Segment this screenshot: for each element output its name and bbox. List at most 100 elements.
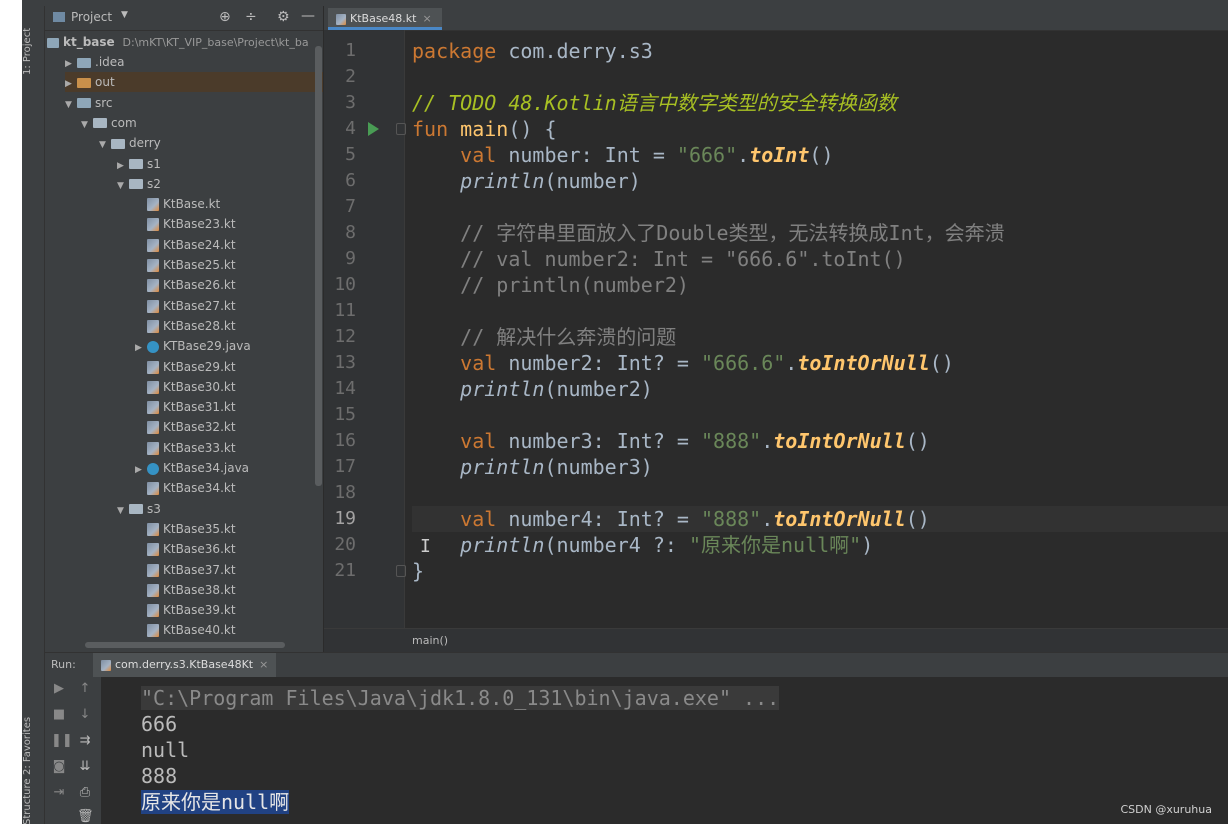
chevron-down-icon[interactable]: ▼: [121, 10, 128, 20]
tree-item[interactable]: ▶ KtBase34.java: [135, 458, 323, 478]
tree-item[interactable]: KtBase36.kt: [135, 539, 323, 559]
target-icon[interactable]: ⊕: [219, 9, 231, 25]
tree-item[interactable]: KtBase38.kt: [135, 580, 323, 600]
rerun-icon[interactable]: ▶: [51, 681, 67, 697]
code-line[interactable]: fun main() {: [412, 116, 1228, 142]
tree-item[interactable]: ▶ out: [65, 72, 323, 94]
structure-tool-tab[interactable]: Structure: [22, 778, 44, 824]
pause-icon[interactable]: ❚❚: [51, 733, 73, 749]
project-tool-tab[interactable]: 1: Project: [22, 20, 44, 82]
expand-down-icon[interactable]: ▼: [99, 135, 111, 155]
run-config-tab[interactable]: com.derry.s3.KtBase48Kt ×: [93, 653, 277, 677]
tree-scrollbar[interactable]: [315, 46, 322, 486]
tree-item[interactable]: KtBase25.kt: [135, 255, 323, 275]
expand-right-icon[interactable]: ▶: [135, 338, 147, 358]
kotlin-file-icon: [147, 482, 159, 496]
tree-item[interactable]: ▶ .idea: [65, 52, 323, 72]
code-line[interactable]: [412, 480, 1228, 506]
soft-wrap-icon[interactable]: ⇉: [77, 733, 93, 749]
tree-item[interactable]: ▼ s2: [117, 174, 323, 194]
fold-marker-icon[interactable]: [396, 123, 406, 135]
tree-item[interactable]: KtBase23.kt: [135, 214, 323, 234]
code-line[interactable]: // println(number2): [412, 272, 1228, 298]
scroll-to-end-icon[interactable]: ⇊: [77, 759, 93, 775]
code-line[interactable]: // 解决什么奔溃的问题: [412, 324, 1228, 350]
code-line[interactable]: // 字符串里面放入了Double类型，无法转换成Int，会奔溃: [412, 220, 1228, 246]
login-icon[interactable]: ⇥: [51, 785, 67, 801]
tree-item[interactable]: KtBase30.kt: [135, 377, 323, 397]
fold-marker-icon[interactable]: [396, 565, 406, 577]
tree-root[interactable]: kt_base D:\mKT\KT_VIP_base\Project\kt_ba: [45, 32, 309, 52]
tree-item[interactable]: ▼ com: [81, 113, 323, 133]
favorites-tool-tab[interactable]: 2: Favorites: [22, 706, 44, 786]
code-line[interactable]: println(number4 ?: "原来你是null啊"): [412, 532, 1228, 558]
code-line[interactable]: println(number): [412, 168, 1228, 194]
code-line[interactable]: [412, 64, 1228, 90]
tree-item-label: com: [111, 115, 137, 130]
code-line[interactable]: package com.derry.s3: [412, 38, 1228, 64]
print-icon[interactable]: ⎙: [77, 785, 93, 801]
tree-item[interactable]: KtBase34.kt: [135, 478, 323, 498]
expand-right-icon[interactable]: ▶: [117, 156, 129, 176]
tree-item[interactable]: KtBase35.kt: [135, 519, 323, 539]
close-icon[interactable]: ×: [423, 12, 432, 25]
tree-item[interactable]: KtBase26.kt: [135, 275, 323, 295]
tree-horizontal-scrollbar[interactable]: [85, 642, 285, 648]
expand-down-icon[interactable]: ▼: [81, 115, 93, 135]
tree-item[interactable]: KtBase33.kt: [135, 438, 323, 458]
tree-item[interactable]: ▶ KTBase29.java: [135, 336, 323, 356]
tree-item[interactable]: KtBase39.kt: [135, 600, 323, 620]
code-line[interactable]: // TODO 48.Kotlin语言中数字类型的安全转换函数: [412, 90, 1228, 116]
down-arrow-icon[interactable]: ↓: [77, 707, 93, 723]
tree-item[interactable]: ▶ s1: [117, 154, 323, 174]
code-line[interactable]: val number: Int = "666".toInt(): [412, 142, 1228, 168]
close-icon[interactable]: ×: [259, 658, 268, 671]
code-line[interactable]: }: [412, 558, 1228, 584]
code-line[interactable]: // val number2: Int = "666.6".toInt(): [412, 246, 1228, 272]
code-line[interactable]: val number4: Int? = "888".toIntOrNull(): [412, 506, 1228, 532]
tree-item[interactable]: KtBase37.kt: [135, 560, 323, 580]
camera-icon[interactable]: ◙: [51, 759, 67, 775]
tree-item[interactable]: ▼ s3: [117, 499, 323, 519]
breadcrumb-item[interactable]: main(): [412, 634, 448, 647]
code-line[interactable]: val number2: Int? = "666.6".toIntOrNull(…: [412, 350, 1228, 376]
run-gutter-icon[interactable]: [368, 122, 379, 136]
code-line[interactable]: [412, 194, 1228, 220]
collapse-icon[interactable]: ÷: [245, 9, 257, 25]
tree-item[interactable]: KtBase28.kt: [135, 316, 323, 336]
minimize-icon[interactable]: —: [301, 8, 315, 24]
code-line[interactable]: [412, 298, 1228, 324]
stop-icon[interactable]: ■: [51, 707, 67, 723]
code-area[interactable]: package com.derry.s3 // TODO 48.Kotlin语言中…: [412, 30, 1228, 628]
up-arrow-icon[interactable]: ↑: [77, 681, 93, 697]
code-line[interactable]: println(number3): [412, 454, 1228, 480]
expand-right-icon[interactable]: ▶: [65, 74, 77, 94]
trash-icon[interactable]: 🗑: [77, 809, 94, 824]
project-view-selector[interactable]: Project: [71, 10, 112, 24]
tree-item[interactable]: ▼ derry: [99, 133, 323, 153]
tree-item[interactable]: KtBase24.kt: [135, 235, 323, 255]
tree-item[interactable]: KtBase27.kt: [135, 296, 323, 316]
tree-item[interactable]: KtBase.kt: [135, 194, 323, 214]
code-token: "原来你是null啊": [688, 533, 862, 557]
tree-item[interactable]: KtBase31.kt: [135, 397, 323, 417]
code-line[interactable]: println(number2): [412, 376, 1228, 402]
code-token: number: Int =: [496, 143, 677, 167]
code-token: toIntOrNull: [797, 351, 930, 375]
kotlin-file-icon: [147, 624, 159, 638]
gear-icon[interactable]: ⚙: [277, 9, 290, 25]
tree-item[interactable]: KtBase32.kt: [135, 417, 323, 437]
expand-right-icon[interactable]: ▶: [135, 460, 147, 480]
line-number: 4: [345, 118, 356, 139]
expand-down-icon[interactable]: ▼: [65, 95, 77, 115]
tree-item[interactable]: KtBase40.kt: [135, 620, 323, 640]
expand-down-icon[interactable]: ▼: [117, 501, 129, 521]
code-line[interactable]: [412, 402, 1228, 428]
tree-item[interactable]: KtBase29.kt: [135, 357, 323, 377]
tree-item[interactable]: ▼ src: [65, 93, 323, 113]
run-output[interactable]: "C:\Program Files\Java\jdk1.8.0_131\bin\…: [141, 677, 1221, 824]
code-line[interactable]: val number3: Int? = "888".toIntOrNull(): [412, 428, 1228, 454]
expand-right-icon[interactable]: ▶: [65, 54, 77, 74]
expand-down-icon[interactable]: ▼: [117, 176, 129, 196]
tab-ktbase48[interactable]: KtBase48.kt ×: [328, 8, 442, 30]
